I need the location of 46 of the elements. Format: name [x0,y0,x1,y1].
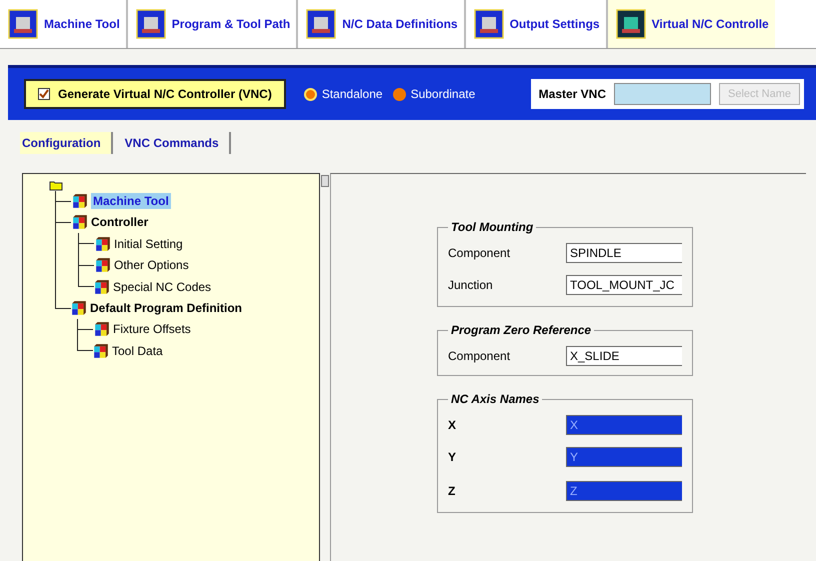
tree-item[interactable]: Default Program Definition [71,298,242,318]
module-icon [306,9,336,39]
generate-vnc-checkbox[interactable]: Generate Virtual N/C Controller (VNC) [24,79,286,109]
cube-icon [71,300,87,316]
cube-icon [95,236,111,252]
tree-item[interactable]: Fixture Offsets [94,318,191,340]
field-label: Junction [448,278,494,292]
module-tab[interactable]: Virtual N/C Controlle [608,0,775,48]
tree-item[interactable]: Other Options [95,254,189,276]
field-label: Component [448,246,512,260]
module-icon [8,9,38,39]
cube-icon [72,214,88,230]
tree-item[interactable]: Initial Setting [95,233,183,254]
cube-icon [95,257,111,273]
field-label: Z [448,484,456,498]
module-icon [616,9,646,39]
text-field[interactable]: Z [566,481,682,501]
splitter-handle[interactable] [321,175,329,187]
master-vnc-field[interactable] [614,83,712,105]
text-field[interactable]: TOOL_MOUNT_JC [566,275,682,295]
cube-icon [94,321,110,337]
cube-icon [94,278,110,294]
group-title: Program Zero Reference [450,323,592,337]
module-icon [474,9,504,39]
mode-radio[interactable]: Subordinate [392,87,476,101]
cube-icon [93,342,109,358]
text-field[interactable]: Y [566,447,682,467]
master-vnc-label: Master VNC [538,87,606,101]
tree-item[interactable]: Controller [72,212,148,232]
module-icon [136,9,166,39]
text-field[interactable]: X [566,415,682,435]
cube-icon [72,193,88,209]
group-title: Tool Mounting [450,220,534,234]
checkbox-icon [38,88,50,100]
field-label: Component [448,349,512,363]
tree-item[interactable]: Special NC Codes [94,276,212,297]
field-label: Y [448,450,458,464]
folder-icon [49,180,63,191]
sub-tab[interactable]: VNC Commands [122,132,231,154]
field-label: X [448,418,458,432]
sub-tab[interactable]: Configuration [20,132,113,154]
mode-radio[interactable]: Standalone [304,87,383,101]
text-field[interactable]: X_SLIDE [566,346,682,366]
text-field[interactable]: SPINDLE [566,243,682,263]
tree-item[interactable]: Tool Data [93,340,163,361]
group-title: NC Axis Names [450,392,540,406]
